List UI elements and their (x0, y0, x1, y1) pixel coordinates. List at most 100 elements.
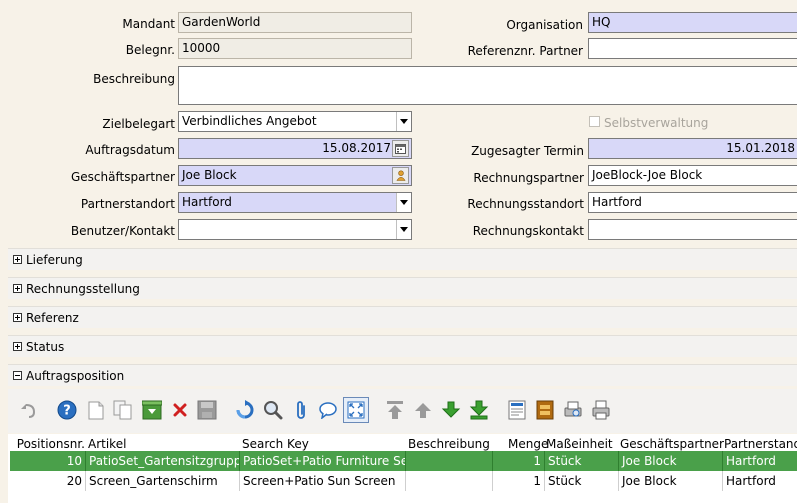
geschaeftspartner-field[interactable]: Joe Block (178, 165, 412, 186)
section-label: Status (26, 339, 65, 354)
mandant-field[interactable]: GardenWorld (178, 12, 412, 33)
auftragsdatum-label: Auftragsdatum (85, 143, 175, 157)
auftragsdatum-field[interactable]: 15.08.2017 (178, 138, 412, 159)
zugesagter-termin-field[interactable]: 15.01.2018 (588, 138, 797, 159)
cell-beschreibung[interactable] (406, 471, 493, 491)
previous-record-icon[interactable] (412, 399, 434, 421)
table-row[interactable]: 20 Screen_Gartenschirm Screen+Patio Sun … (10, 471, 797, 491)
section-label: Auftragsposition (26, 368, 125, 383)
beschreibung-field[interactable] (178, 66, 797, 105)
partnerstandort-value: Hartford (182, 195, 232, 209)
partnerstandort-select[interactable]: Hartford (178, 192, 412, 213)
help-icon[interactable]: ? (56, 399, 78, 421)
next-record-icon[interactable] (440, 399, 462, 421)
refresh-icon[interactable] (234, 399, 256, 421)
cell-geschaeftspartner[interactable]: Joe Block (619, 451, 723, 471)
rechnungsstandort-field[interactable]: Hartford (588, 192, 797, 213)
cell-menge[interactable]: 1 (493, 471, 545, 491)
zugesagter-termin-label: Zugesagter Termin (471, 144, 584, 158)
rechnungskontakt-label: Rechnungskontakt (472, 224, 584, 238)
benutzer-label: Benutzer/Kontakt (70, 224, 175, 238)
cell-geschaeftspartner[interactable]: Joe Block (619, 471, 723, 491)
expand-icon (13, 342, 22, 351)
section-label: Lieferung (26, 252, 83, 267)
expand-icon (13, 313, 22, 322)
geschaeftspartner-label: Geschäftspartner (71, 170, 175, 184)
chevron-down-icon[interactable] (396, 112, 411, 131)
section-status[interactable]: Status (8, 335, 797, 357)
col-header-geschaeftspartner[interactable]: Geschäftspartner (617, 436, 725, 452)
cell-menge[interactable]: 1 (493, 451, 545, 471)
section-auftragsposition[interactable]: Auftragsposition (8, 364, 797, 386)
cell-masseinheit[interactable]: Stück (545, 471, 619, 491)
find-icon[interactable] (262, 399, 284, 421)
rechnungspartner-field[interactable]: JoeBlock-Joe Block (588, 165, 797, 186)
geschaeftspartner-value: Joe Block (182, 168, 237, 182)
selbstverwaltung-checkbox[interactable] (589, 116, 600, 127)
print-icon[interactable] (590, 399, 612, 421)
section-rechnungsstellung[interactable]: Rechnungsstellung (8, 277, 797, 299)
col-header-positionsnr[interactable]: Positionsnr. (10, 436, 88, 452)
section-lieferung[interactable]: Lieferung (8, 248, 797, 270)
svg-text:?: ? (63, 404, 71, 419)
belegnr-field[interactable]: 10000 (178, 38, 412, 59)
zielbelegart-label: Zielbelegart (102, 117, 175, 131)
partnerstandort-label: Partnerstandort (80, 197, 175, 211)
calendar-icon[interactable] (392, 140, 409, 157)
mandant-label: Mandant (122, 17, 175, 31)
referenznr-field[interactable] (588, 38, 797, 59)
zielbelegart-value: Verbindliches Angebot (182, 114, 317, 128)
grid-header: Positionsnr. Artikel Search Key Beschrei… (10, 436, 797, 452)
table-row[interactable]: 10 PatioSet_Gartensitzgruppe PatioSet+Pa… (10, 451, 797, 471)
archive-icon[interactable] (534, 399, 556, 421)
parent-record-icon[interactable] (384, 399, 406, 421)
referenznr-label: Referenznr. Partner (467, 44, 583, 58)
col-header-search-key[interactable]: Search Key (239, 436, 405, 452)
col-header-masseinheit[interactable]: Maßeinheit (543, 436, 623, 452)
cell-beschreibung[interactable] (406, 451, 493, 471)
zielbelegart-select[interactable]: Verbindliches Angebot (178, 111, 412, 132)
cell-positionsnr[interactable]: 10 (10, 451, 86, 471)
beschreibung-label: Beschreibung (93, 72, 175, 86)
organisation-field[interactable]: HQ (588, 12, 797, 33)
benutzer-select[interactable] (178, 219, 412, 240)
last-record-icon[interactable] (468, 399, 490, 421)
new-record-icon[interactable] (85, 399, 107, 421)
chevron-down-icon[interactable] (396, 220, 411, 239)
rechnungskontakt-field[interactable] (588, 219, 797, 240)
report-icon[interactable] (506, 399, 528, 421)
save-icon[interactable] (196, 399, 218, 421)
col-header-artikel[interactable]: Artikel (85, 436, 241, 452)
expand-icon (13, 255, 22, 264)
collapse-icon (13, 371, 22, 380)
expand-icon (13, 284, 22, 293)
cell-search-key[interactable]: Screen+Patio Sun Screen (240, 471, 406, 491)
selbstverwaltung-label: Selbstverwaltung (604, 116, 709, 130)
cell-masseinheit[interactable]: Stück (545, 451, 619, 471)
cell-partnerstandort[interactable]: Hartford (723, 471, 797, 491)
section-label: Referenz (26, 310, 79, 325)
section-label: Rechnungsstellung (26, 281, 140, 296)
delete-selection-icon[interactable] (141, 399, 163, 421)
bpartner-info-icon[interactable] (392, 167, 409, 184)
cell-positionsnr[interactable]: 20 (10, 471, 86, 491)
attachment-icon[interactable] (290, 399, 312, 421)
delete-icon[interactable] (169, 399, 191, 421)
section-referenz[interactable]: Referenz (8, 306, 797, 328)
copy-record-icon[interactable] (112, 399, 134, 421)
cell-artikel[interactable]: PatioSet_Gartensitzgruppe (86, 451, 240, 471)
rechnungsstandort-label: Rechnungsstandort (467, 197, 584, 211)
print-preview-icon[interactable] (562, 399, 584, 421)
cell-search-key[interactable]: PatioSet+Patio Furniture Set (240, 451, 406, 471)
cell-artikel[interactable]: Screen_Gartenschirm (86, 471, 240, 491)
undo-icon[interactable] (17, 399, 39, 421)
organisation-label: Organisation (506, 18, 583, 32)
auftragsdatum-value: 15.08.2017 (322, 141, 391, 155)
chat-icon[interactable] (317, 399, 339, 421)
col-header-partnerstandort[interactable]: Partnerstandort (721, 436, 797, 452)
zoom-grid-icon[interactable] (343, 397, 369, 423)
rechnungspartner-label: Rechnungspartner (473, 171, 584, 185)
chevron-down-icon[interactable] (396, 193, 411, 212)
col-header-beschreibung[interactable]: Beschreibung (405, 436, 495, 452)
cell-partnerstandort[interactable]: Hartford (723, 451, 797, 471)
